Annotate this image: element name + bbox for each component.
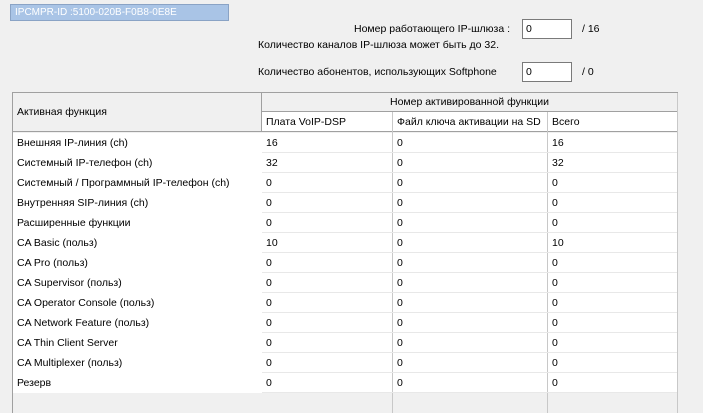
- cell-keyfile: 0: [393, 193, 547, 213]
- cell-total: 0: [548, 273, 677, 293]
- cell-total: 0: [548, 173, 677, 193]
- cell-total: 10: [548, 233, 677, 253]
- row-label: CA Supervisor (польз): [13, 273, 262, 293]
- activation-table: Активная функция Номер активированной фу…: [12, 92, 678, 413]
- gateway-count-label: Номер работающего IP-шлюза :: [354, 23, 510, 35]
- row-label: Внутренняя SIP-линия (ch): [13, 193, 262, 213]
- row-separator: [262, 392, 677, 393]
- column-header-function: Активная функция: [13, 93, 262, 132]
- column-group-header: Номер активированной функции: [262, 93, 677, 112]
- cell-dsp: 0: [262, 173, 392, 193]
- row-label: Системный IP-телефон (ch): [13, 153, 262, 173]
- cell-total: 0: [548, 253, 677, 273]
- cell-keyfile: 0: [393, 253, 547, 273]
- cell-dsp: 32: [262, 153, 392, 173]
- cell-total: 0: [548, 373, 677, 393]
- cell-total: 0: [548, 333, 677, 353]
- cell-keyfile: 0: [393, 353, 547, 373]
- cell-total: 0: [548, 293, 677, 313]
- column-header-total: Всего: [548, 112, 677, 132]
- cell-total: 0: [548, 213, 677, 233]
- row-label: CA Multiplexer (польз): [13, 353, 262, 373]
- cell-keyfile: 0: [393, 213, 547, 233]
- cell-total: 0: [548, 313, 677, 333]
- cell-keyfile: 0: [393, 313, 547, 333]
- row-label: CA Network Feature (польз): [13, 313, 262, 333]
- row-label: CA Thin Client Server: [13, 333, 262, 353]
- cell-keyfile: 0: [393, 273, 547, 293]
- softphone-max-label: / 0: [582, 66, 594, 78]
- cell-dsp: 16: [262, 133, 392, 153]
- row-label: Расширенные функции: [13, 213, 262, 233]
- row-label: CA Pro (польз): [13, 253, 262, 273]
- cell-dsp: 10: [262, 233, 392, 253]
- cell-dsp: 0: [262, 193, 392, 213]
- row-label: CA Operator Console (польз): [13, 293, 262, 313]
- row-label: Системный / Программный IP-телефон (ch): [13, 173, 262, 193]
- cell-total: 32: [548, 153, 677, 173]
- gateway-max-label: / 16: [582, 23, 600, 35]
- cell-dsp: 0: [262, 213, 392, 233]
- cell-dsp: 0: [262, 333, 392, 353]
- cell-total: 0: [548, 193, 677, 213]
- cell-dsp: 0: [262, 273, 392, 293]
- column-divider: [677, 93, 678, 413]
- cell-total: 0: [548, 353, 677, 373]
- cell-keyfile: 0: [393, 233, 547, 253]
- row-label: Резерв: [13, 373, 262, 393]
- softphone-count-label: Количество абонентов, использующих Softp…: [258, 66, 497, 78]
- cell-keyfile: 0: [393, 333, 547, 353]
- softphone-count-input[interactable]: [522, 62, 572, 82]
- cell-keyfile: 0: [393, 173, 547, 193]
- cell-dsp: 0: [262, 373, 392, 393]
- cell-dsp: 0: [262, 353, 392, 373]
- gateway-note: Количество каналов IP-шлюза может быть д…: [258, 39, 500, 51]
- cell-keyfile: 0: [393, 293, 547, 313]
- row-label: Внешняя IP-линия (ch): [13, 133, 262, 153]
- column-header-keyfile: Файл ключа активации на SD: [393, 112, 547, 132]
- gateway-count-input[interactable]: [522, 19, 572, 39]
- cell-keyfile: 0: [393, 153, 547, 173]
- cell-dsp: 0: [262, 293, 392, 313]
- cell-keyfile: 0: [393, 373, 547, 393]
- cell-total: 16: [548, 133, 677, 153]
- row-label: CA Basic (польз): [13, 233, 262, 253]
- column-header-dsp: Плата VoIP-DSP: [262, 112, 392, 132]
- cell-dsp: 0: [262, 253, 392, 273]
- ipcmpr-id-label: IPCMPR-ID :5100-020B-F0B8-0E8E: [10, 4, 229, 21]
- cell-keyfile: 0: [393, 133, 547, 153]
- cell-dsp: 0: [262, 313, 392, 333]
